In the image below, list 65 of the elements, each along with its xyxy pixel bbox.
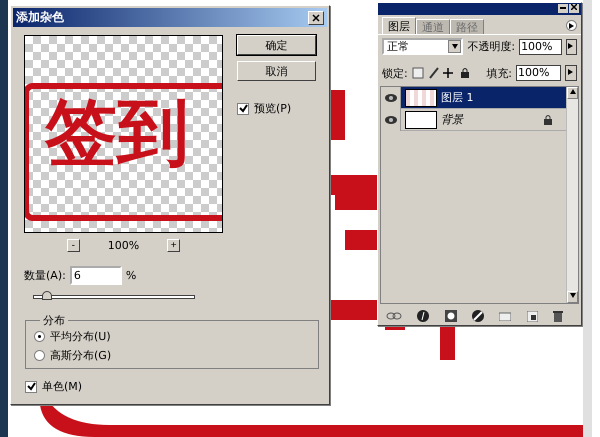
triangle-right-icon <box>568 42 574 48</box>
cancel-button[interactable]: 取消 <box>237 61 316 81</box>
blend-mode-dropdown[interactable]: 正常 <box>382 38 464 55</box>
monochrome-label: 单色(M) <box>42 379 82 394</box>
close-button[interactable] <box>308 10 324 24</box>
close-icon <box>571 4 577 10</box>
mask-icon[interactable] <box>444 310 457 322</box>
radio-label: 平均分布(U) <box>50 329 111 344</box>
triangle-right-icon <box>568 69 574 75</box>
layer-thumbnail <box>405 110 437 128</box>
minimize-button[interactable] <box>558 4 568 13</box>
close-icon <box>312 14 320 22</box>
scroll-down-icon <box>570 293 576 299</box>
layer-row[interactable]: 图层 1 <box>381 87 566 109</box>
layer-style-icon[interactable] <box>417 310 430 322</box>
scroll-up-icon <box>570 89 576 95</box>
link-icon[interactable] <box>386 312 402 320</box>
layer-row[interactable]: 背景 <box>381 109 566 131</box>
lock-label: 锁定: <box>382 66 408 80</box>
percent-label: % <box>126 269 136 282</box>
opacity-label: 不透明度: <box>467 39 516 54</box>
group-title: 分布 <box>42 313 66 328</box>
dropdown-arrow-button[interactable] <box>448 40 462 53</box>
radio-button[interactable] <box>34 350 45 361</box>
checkbox[interactable] <box>25 380 37 392</box>
radio-button[interactable] <box>34 331 45 342</box>
fill-label: 填充: <box>486 66 512 80</box>
amount-label: 数量(A): <box>24 268 66 283</box>
checkmark-icon <box>26 382 36 391</box>
scrollbar[interactable] <box>566 87 578 303</box>
slider-thumb[interactable] <box>42 291 52 300</box>
eye-icon <box>384 116 396 124</box>
layer-thumbnail <box>405 88 437 106</box>
ok-button[interactable]: 确定 <box>237 35 316 55</box>
minimize-icon <box>560 4 566 10</box>
opacity-arrow-button[interactable] <box>566 38 577 54</box>
panel-menu-button[interactable] <box>566 20 577 31</box>
preview-text: 签到 <box>45 96 189 168</box>
checkbox[interactable] <box>237 102 249 114</box>
dialog-title: 添加杂色 <box>16 9 64 26</box>
scroll-up-button[interactable] <box>567 87 578 99</box>
fill-field[interactable]: 100% <box>516 65 561 81</box>
new-layer-icon[interactable] <box>526 310 538 322</box>
triangle-right-icon <box>569 22 574 28</box>
checkmark-icon <box>238 104 248 113</box>
eye-icon <box>384 94 396 102</box>
zoom-in-button[interactable]: + <box>167 239 180 252</box>
visibility-toggle[interactable] <box>381 86 401 108</box>
caret-down-icon <box>452 44 458 50</box>
zoom-out-button[interactable]: - <box>66 239 80 252</box>
layer-name: 图层 1 <box>441 90 474 105</box>
fill-arrow-button[interactable] <box>565 65 577 81</box>
opacity-field[interactable]: 100% <box>519 38 562 54</box>
close-button[interactable] <box>569 4 579 13</box>
panel-tab[interactable]: 图层 <box>382 17 416 34</box>
layer-name: 背景 <box>441 112 465 127</box>
zoom-level: 100% <box>108 239 140 252</box>
lock-options-icon[interactable] <box>412 67 472 79</box>
radio-label: 高斯分布(G) <box>50 348 112 363</box>
adjustment-icon[interactable] <box>472 310 484 322</box>
preview-label: 预览(P) <box>254 101 292 116</box>
trash-icon[interactable] <box>553 310 564 322</box>
scroll-down-button[interactable] <box>567 291 578 303</box>
amount-field[interactable]: 6 <box>70 266 122 285</box>
folder-icon[interactable] <box>499 311 512 321</box>
